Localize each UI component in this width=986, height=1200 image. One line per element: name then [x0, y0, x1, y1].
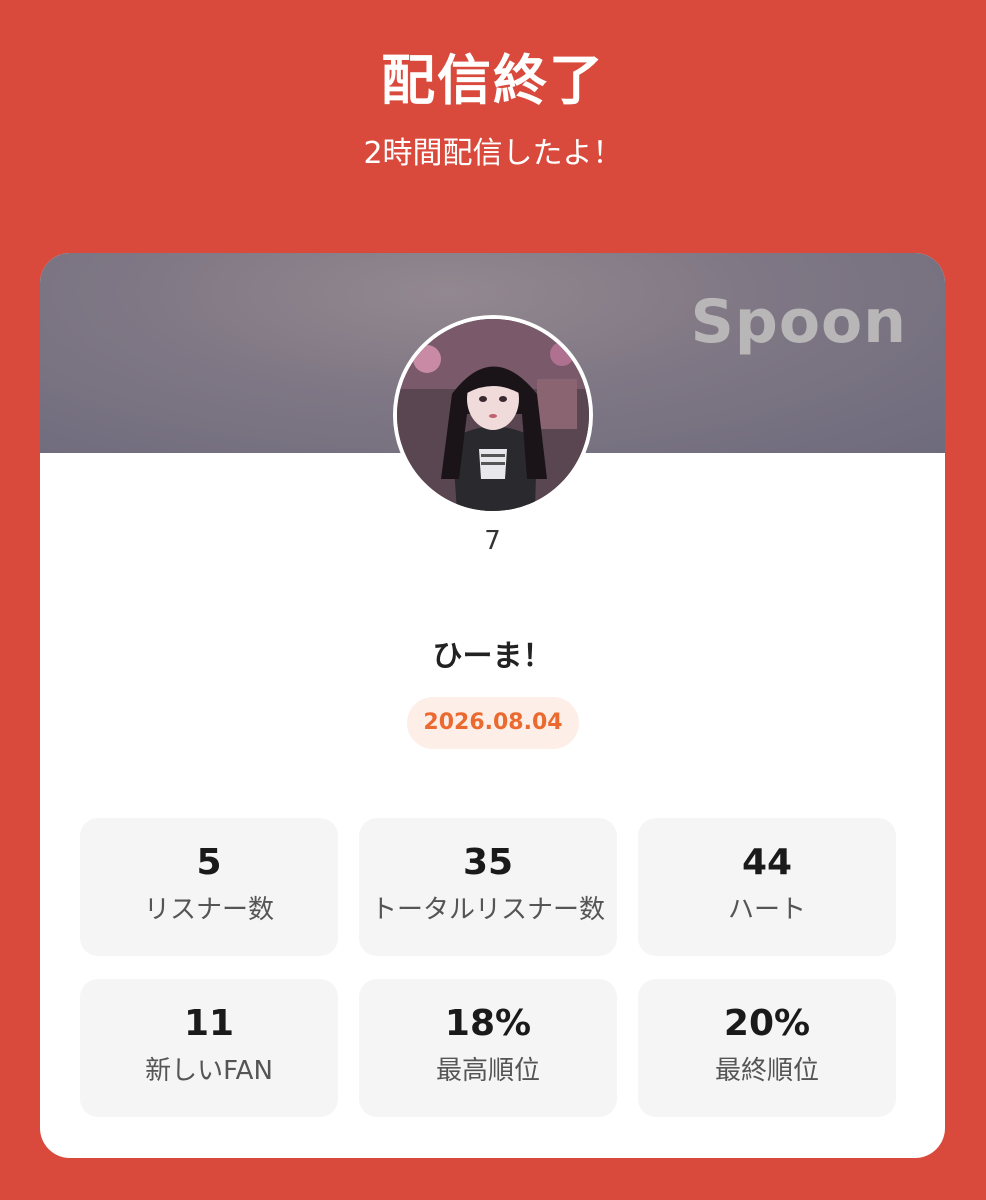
stream-title: ひーま！	[432, 639, 553, 674]
page-subtitle: 2時間配信したよ！	[363, 136, 623, 171]
spoon-logo: Spoon	[690, 287, 907, 357]
stat-value: 18%	[444, 1003, 532, 1044]
stat-value: 35	[462, 842, 514, 883]
stat-value: 20%	[723, 1003, 811, 1044]
stat-value: 44	[741, 842, 793, 883]
broadcast-summary-card: Spoon 7 ひーま！ 2026.08.04 5 リスナー数 35 トータルリ…	[40, 253, 945, 1158]
avatar[interactable]	[393, 315, 593, 515]
stat-label: 最高順位	[435, 1056, 540, 1086]
date-badge: 2026.08.04	[407, 697, 579, 749]
stat-value: 5	[196, 842, 222, 883]
stat-final-rank: 20% 最終順位	[638, 979, 896, 1117]
page-title: 配信終了	[381, 49, 605, 112]
stat-listeners: 5 リスナー数	[80, 818, 338, 956]
stat-total-listeners: 35 トータルリスナー数	[359, 818, 617, 956]
stat-value: 11	[183, 1003, 235, 1044]
stats-grid: 5 リスナー数 35 トータルリスナー数 44 ハート 11 新しいFAN 18…	[80, 818, 897, 1117]
stat-label: リスナー数	[143, 895, 274, 925]
stat-label: トータルリスナー数	[370, 895, 605, 925]
stat-label: ハート	[727, 895, 806, 925]
stat-label: 最終順位	[714, 1056, 819, 1086]
user-name: 7	[484, 526, 501, 556]
stat-hearts: 44 ハート	[638, 818, 896, 956]
stat-highest-rank: 18% 最高順位	[359, 979, 617, 1117]
stat-label: 新しいFAN	[145, 1056, 273, 1086]
avatar-image	[397, 319, 589, 511]
stat-new-fans: 11 新しいFAN	[80, 979, 338, 1117]
